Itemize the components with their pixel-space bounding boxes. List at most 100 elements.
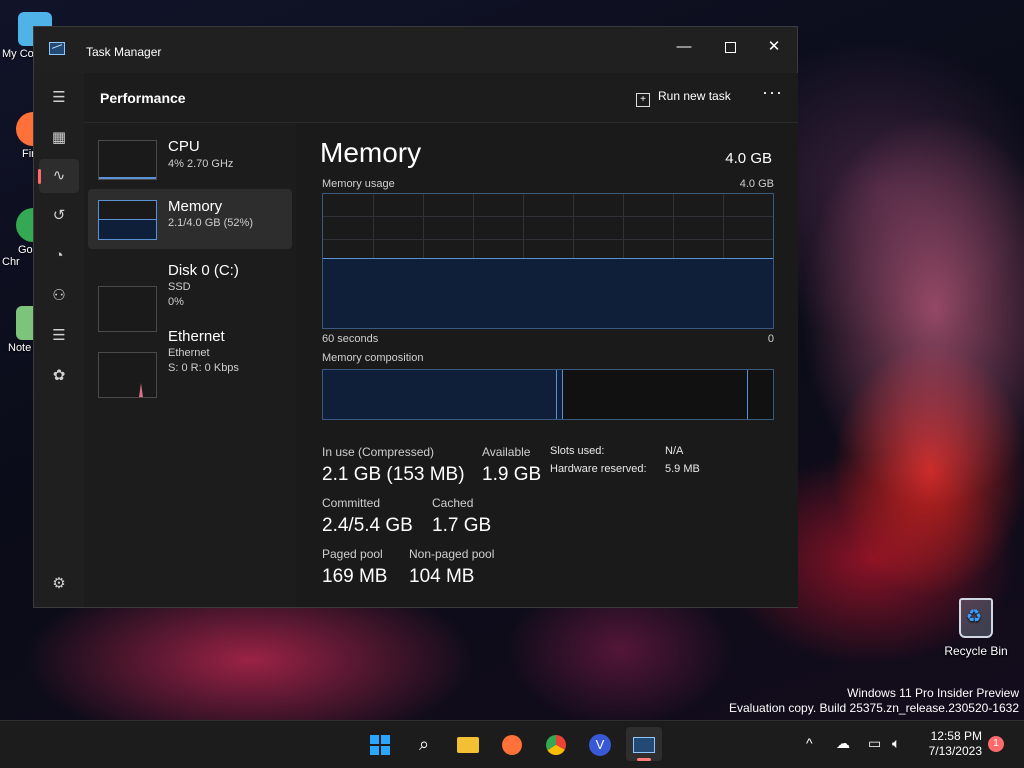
chrome-icon (546, 735, 566, 756)
recycle-bin-icon (959, 598, 993, 638)
run-new-task-label: Run new task (658, 89, 731, 103)
run-task-icon: + (636, 93, 650, 107)
maximize-icon (724, 41, 736, 53)
resource-item-disk[interactable]: Disk 0 (C:) SSD 0% (88, 253, 292, 332)
watermark-line-2: Evaluation copy. Build 25375.zn_release.… (729, 701, 1019, 715)
network-icon[interactable]: ▭ (868, 735, 881, 752)
hardware-reserved-value: 5.9 MB (665, 463, 700, 475)
desktop-icon-label: Go Chr (2, 244, 33, 268)
nav-rail: ☰ ▦ ∿ ↺ ◔ ⚇ ☰ ✿ ⚙ (34, 73, 84, 607)
resource-subtext: 2.1/4.0 GB (52%) (168, 217, 253, 229)
desktop-icon-label: My Co (2, 48, 34, 60)
nav-app-history-button[interactable]: ↺ (39, 199, 79, 233)
task-manager-taskbar-button[interactable] (626, 727, 662, 761)
graph-grid-line (323, 216, 773, 218)
resource-subtext: SSD (168, 281, 191, 293)
page-header: Performance + Run new task ··· (84, 73, 798, 123)
in-use-label: In use (Compressed) (322, 445, 435, 459)
taskbar-clock[interactable]: 12:58 PM 7/13/2023 (918, 729, 982, 759)
task-manager-icon (633, 737, 655, 754)
memory-usage-label: Memory usage (322, 178, 395, 190)
paged-pool-label: Paged pool (322, 547, 383, 561)
nav-performance-button[interactable]: ∿ (38, 159, 79, 193)
resource-subtext: Ethernet (168, 347, 210, 359)
available-value: 1.9 GB (482, 464, 542, 485)
resource-subtext-2: S: 0 R: 0 Kbps (168, 362, 239, 374)
title-bar[interactable]: Task Manager — ✕ (34, 27, 797, 73)
nav-users-button[interactable]: ⚇ (39, 279, 79, 313)
recycle-bin-label: Recycle Bin (944, 644, 1008, 658)
notification-badge[interactable]: 1 (988, 736, 1004, 752)
run-new-task-button[interactable]: + Run new task (636, 89, 731, 107)
graph-time-right: 0 (767, 333, 774, 345)
available-label: Available (482, 445, 531, 459)
windows-logo-icon (370, 735, 390, 756)
volume-icon[interactable]: 🔈︎ (892, 735, 900, 752)
folder-icon (457, 737, 479, 754)
desktop-icon-label: Fir (22, 148, 35, 160)
memory-composition-label: Memory composition (322, 352, 424, 364)
hamburger-menu-button[interactable]: ☰ (39, 81, 79, 115)
graph-grid-line (323, 238, 773, 240)
resource-item-ethernet[interactable]: Ethernet Ethernet S: 0 R: 0 Kbps (88, 319, 292, 398)
cpu-thumbnail-graph (98, 140, 157, 180)
search-button[interactable]: ⌕ (406, 727, 442, 761)
vivaldi-icon: V (589, 734, 611, 757)
desktop-icon-label: Note (8, 342, 32, 354)
memory-detail-panel: Memory 4.0 GB Memory usage 4.0 GB 60 sec… (296, 123, 798, 607)
start-button[interactable] (362, 727, 398, 761)
show-hidden-icons-button[interactable]: ^ (806, 735, 813, 751)
close-button[interactable]: ✕ (752, 33, 796, 61)
vivaldi-button[interactable]: V (582, 727, 618, 761)
file-explorer-button[interactable] (450, 727, 486, 761)
search-icon: ⌕ (418, 734, 430, 754)
resource-name: Disk 0 (C:) (168, 262, 239, 279)
window-title: Task Manager (86, 45, 162, 59)
onedrive-icon[interactable]: ☁ (836, 735, 850, 752)
resource-subtext: 4% 2.70 GHz (168, 158, 234, 170)
nav-settings-button[interactable]: ⚙ (39, 567, 79, 601)
firefox-icon (502, 735, 522, 756)
in-use-value: 2.1 GB (153 MB) (322, 464, 465, 485)
slots-used-value: N/A (665, 445, 684, 457)
non-paged-pool-value: 104 MB (409, 566, 475, 587)
taskbar: ⌕ V ^ ☁ ▭ 🔈︎ 12:58 PM 7/13/2023 1 (0, 720, 1024, 768)
resource-name: Memory (168, 198, 223, 215)
desktop-icon-recycle-bin[interactable]: Recycle Bin (942, 598, 1010, 658)
resource-name: Ethernet (168, 328, 225, 345)
watermark-line-1: Windows 11 Pro Insider Preview (847, 686, 1019, 700)
clock-time: 12:58 PM (930, 729, 982, 743)
minimize-button[interactable]: — (662, 33, 706, 61)
cached-label: Cached (432, 496, 474, 510)
detail-title: Memory (320, 137, 422, 168)
memory-composition-bar (322, 369, 774, 420)
nav-details-button[interactable]: ☰ (39, 319, 79, 353)
resource-item-memory[interactable]: Memory 2.1/4.0 GB (52%) (88, 189, 292, 249)
chrome-button[interactable] (538, 727, 574, 761)
resource-name: CPU (168, 138, 200, 155)
slots-used-label: Slots used: (550, 445, 605, 457)
memory-usage-fill (323, 258, 773, 328)
nav-processes-button[interactable]: ▦ (39, 121, 79, 155)
cached-value: 1.7 GB (432, 515, 492, 536)
more-options-button[interactable]: ··· (762, 82, 783, 103)
nav-services-button[interactable]: ✿ (39, 359, 79, 393)
firefox-button[interactable] (494, 727, 530, 761)
non-paged-pool-label: Non-paged pool (409, 547, 495, 561)
page-title: Performance (100, 90, 186, 106)
hardware-reserved-label: Hardware reserved: (550, 463, 647, 475)
resource-subtext-2: 0% (168, 296, 184, 308)
composition-in-use (323, 370, 557, 419)
resource-item-cpu[interactable]: CPU 4% 2.70 GHz (88, 129, 292, 185)
task-manager-icon (49, 42, 65, 55)
ethernet-thumbnail-graph (98, 352, 157, 398)
maximize-button[interactable] (708, 33, 752, 61)
nav-startup-apps-button[interactable]: ◔ (39, 239, 79, 273)
committed-label: Committed (322, 496, 381, 510)
memory-thumbnail-graph (98, 200, 157, 240)
clock-date: 7/13/2023 (928, 744, 982, 758)
composition-standby (563, 370, 748, 419)
resource-list: CPU 4% 2.70 GHz Memory 2.1/4.0 GB (52%) … (84, 123, 296, 607)
memory-usage-graph (322, 193, 774, 329)
graph-time-left: 60 seconds (322, 333, 379, 345)
